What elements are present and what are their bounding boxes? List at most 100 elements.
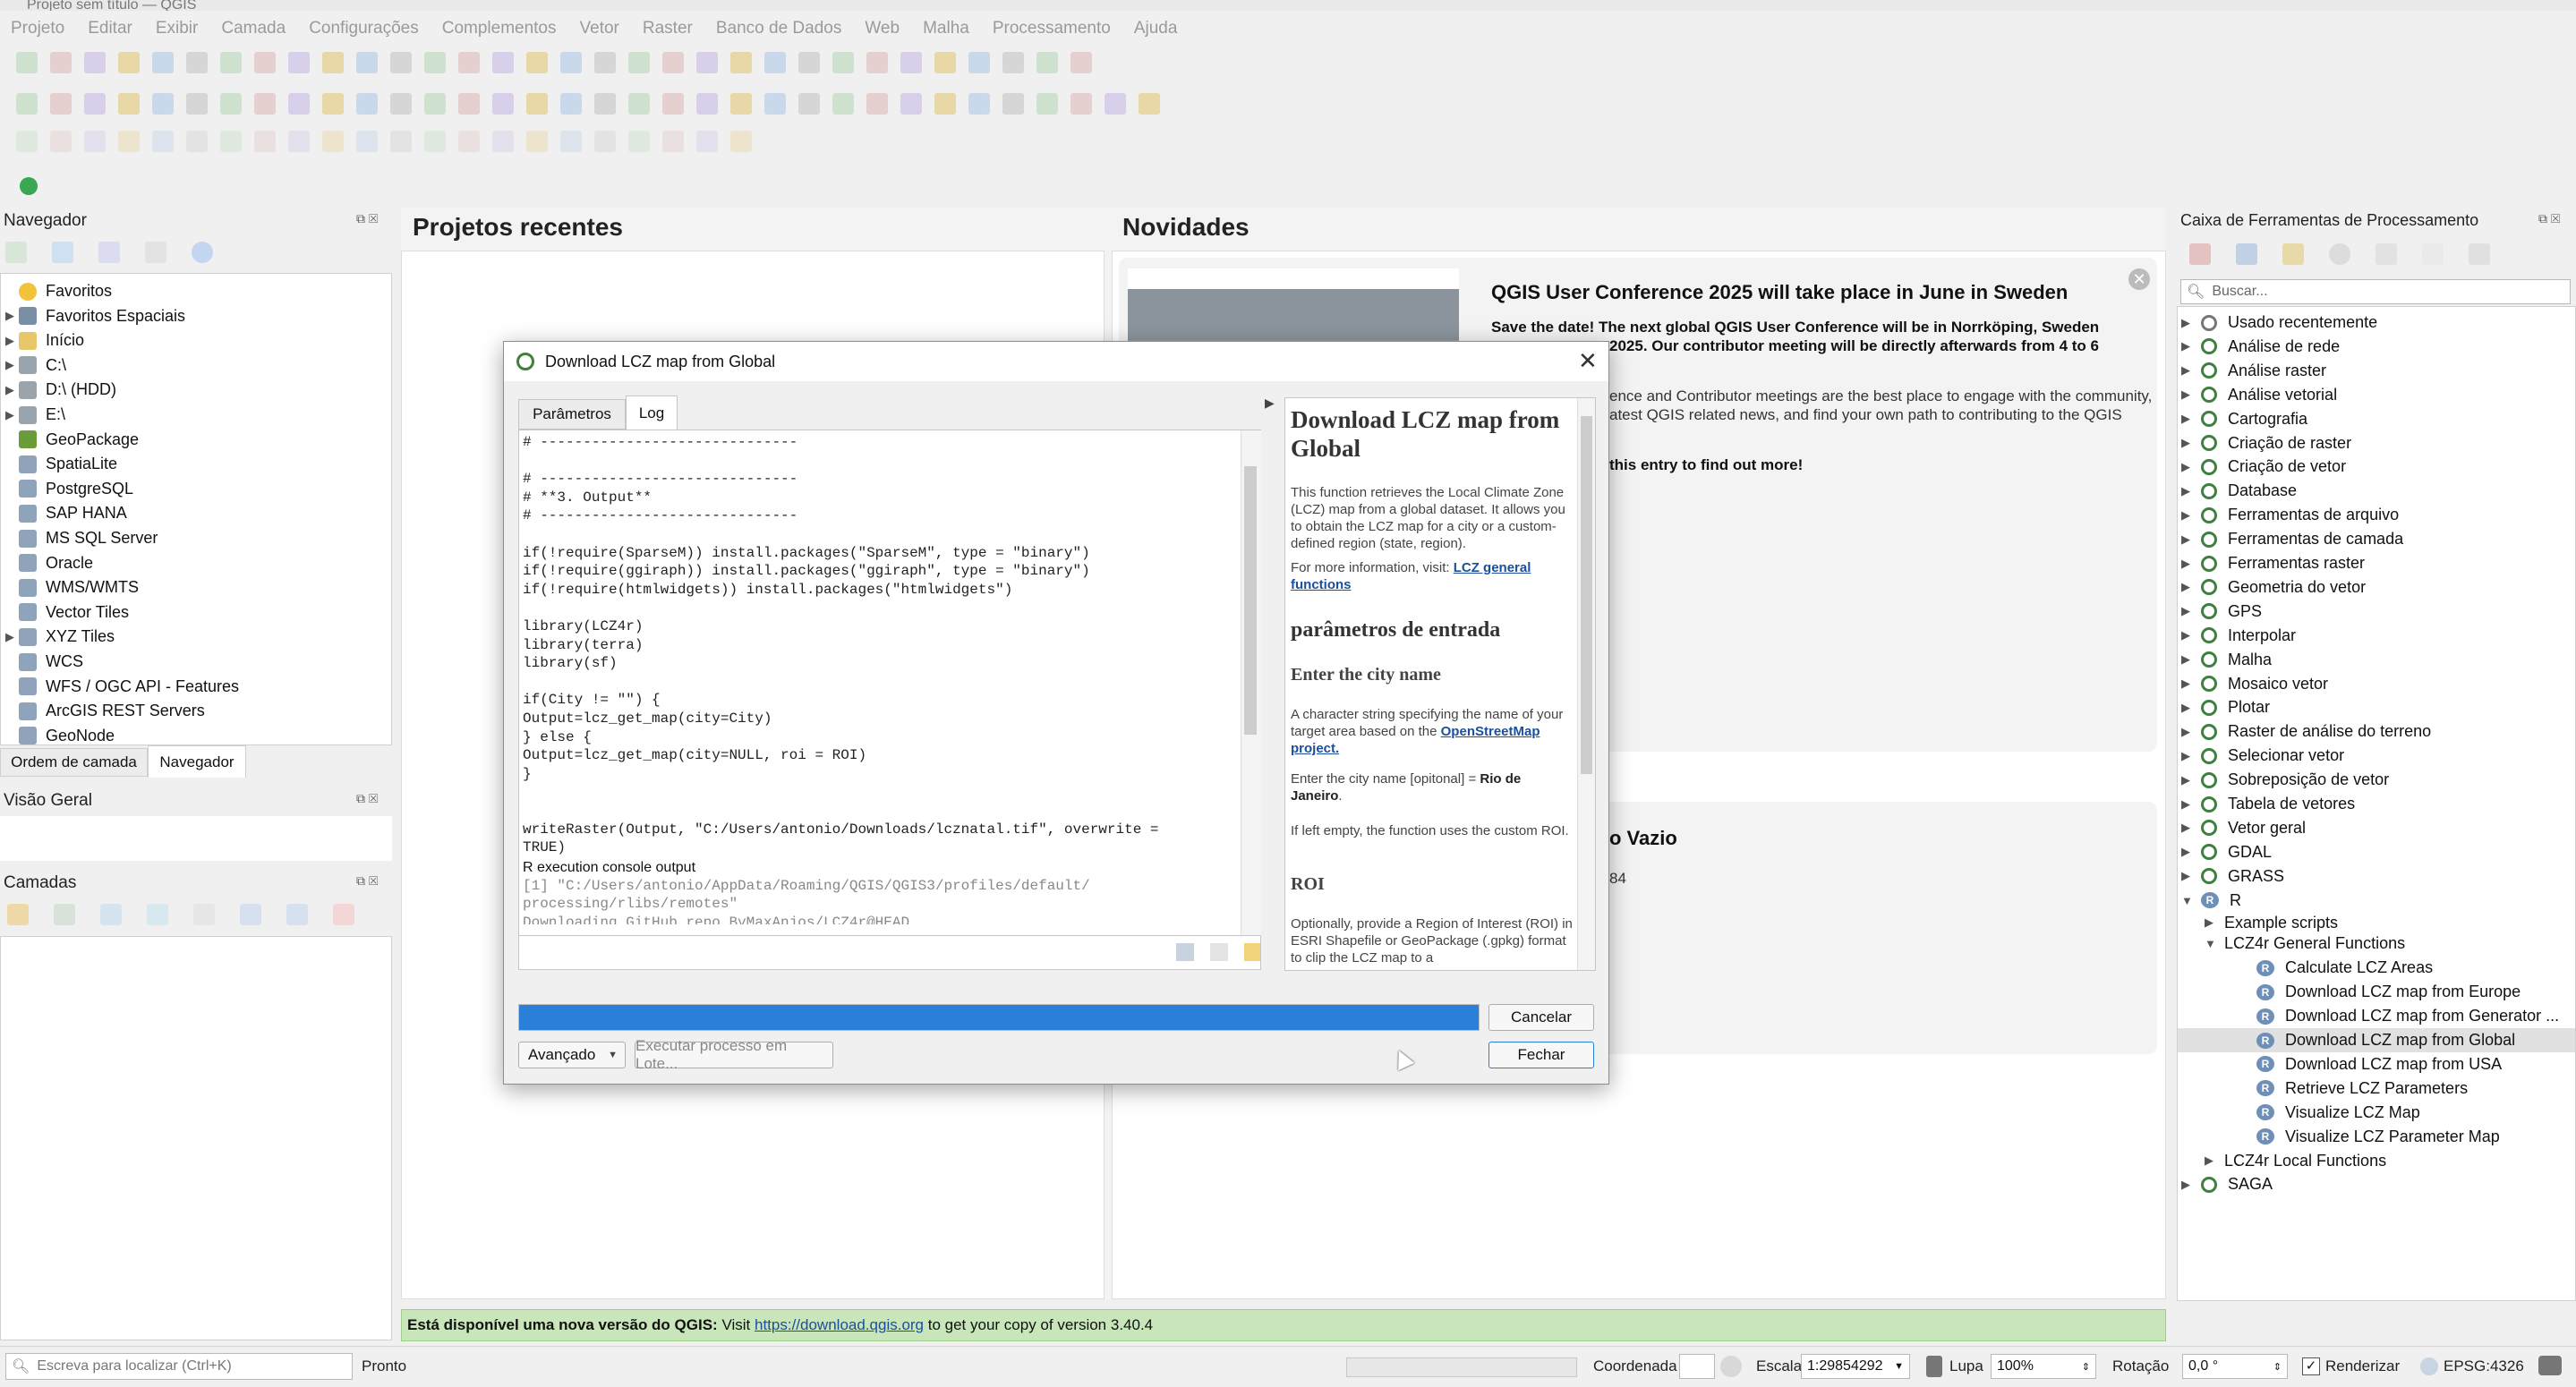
toolbar-tool-icon[interactable] bbox=[16, 131, 38, 152]
expand-arrow-icon[interactable]: ▶ bbox=[2181, 484, 2201, 498]
browser-item[interactable]: GeoPackage bbox=[1, 428, 139, 452]
expand-arrow-icon[interactable]: ▼ bbox=[2205, 937, 2224, 950]
menu-item[interactable]: Malha bbox=[923, 19, 969, 38]
options-icon[interactable] bbox=[2469, 243, 2490, 265]
toolbox-item[interactable]: R Download LCZ map from USA bbox=[2178, 1052, 2575, 1076]
toolbar-tool-icon[interactable] bbox=[1070, 93, 1092, 115]
refresh-icon[interactable] bbox=[52, 242, 73, 263]
menu-item[interactable]: Banco de Dados bbox=[716, 19, 842, 38]
toolbar-tool-icon[interactable] bbox=[84, 93, 106, 115]
menu-item[interactable]: Processamento bbox=[993, 19, 1111, 38]
toolbar-tool-icon[interactable] bbox=[594, 131, 616, 152]
toolbox-item[interactable]: ▶ SAGA bbox=[2178, 1172, 2575, 1196]
toolbar-tool-icon[interactable] bbox=[356, 52, 378, 73]
toolbox-item[interactable]: ▶ Criação de raster bbox=[2178, 431, 2575, 455]
toolbar-tool-icon[interactable] bbox=[356, 93, 378, 115]
toolbar-tool-icon[interactable] bbox=[492, 52, 514, 73]
expand-arrow-icon[interactable]: ▶ bbox=[2181, 532, 2201, 547]
expand-arrow-icon[interactable]: ▶ bbox=[2181, 845, 2201, 859]
toolbar-tool-icon[interactable] bbox=[1070, 52, 1092, 73]
menu-item[interactable]: Projeto bbox=[11, 19, 64, 38]
update-link[interactable]: https://download.qgis.org bbox=[755, 1316, 924, 1334]
expand-arrow-icon[interactable]: ▶ bbox=[2181, 652, 2201, 667]
toolbar-tool-icon[interactable] bbox=[390, 131, 412, 152]
expand-arrow-icon[interactable]: ▶ bbox=[2181, 460, 2201, 474]
toolbar-tool-icon[interactable] bbox=[526, 93, 548, 115]
toolbox-item[interactable]: ▶ Análise de rede bbox=[2178, 335, 2575, 359]
help-scrollbar-thumb[interactable] bbox=[1581, 416, 1592, 774]
edit-features-icon[interactable] bbox=[2422, 243, 2444, 265]
toolbar-tool-icon[interactable] bbox=[84, 52, 106, 73]
add-group-icon[interactable] bbox=[54, 904, 75, 925]
toolbar-tool-icon[interactable] bbox=[16, 93, 38, 115]
expand-all-icon[interactable] bbox=[240, 904, 261, 925]
expand-arrow-icon[interactable]: ▶ bbox=[2181, 604, 2201, 618]
toolbar-tool-icon[interactable] bbox=[458, 131, 480, 152]
toolbox-item[interactable]: ▶ GPS bbox=[2178, 600, 2575, 624]
toolbar-tool-icon[interactable] bbox=[1105, 93, 1126, 115]
toolbar-tool-icon[interactable] bbox=[1036, 52, 1058, 73]
expand-arrow-icon[interactable]: ▶ bbox=[2181, 339, 2201, 353]
coordinate-field[interactable] bbox=[1679, 1354, 1715, 1379]
tab-parameters[interactable]: Parâmetros bbox=[518, 399, 626, 430]
browser-item[interactable]: ▶ Favoritos Espaciais bbox=[1, 304, 185, 328]
toolbox-item[interactable]: ▶ Ferramentas de camada bbox=[2178, 527, 2575, 551]
toolbar-tool-icon[interactable] bbox=[560, 93, 582, 115]
toolbar-tool-icon[interactable] bbox=[254, 52, 276, 73]
toolbar-tool-icon[interactable] bbox=[628, 93, 650, 115]
browser-item[interactable]: WCS bbox=[1, 650, 83, 674]
style-icon[interactable] bbox=[7, 904, 29, 925]
filter-icon[interactable] bbox=[98, 242, 120, 263]
python-console-icon[interactable] bbox=[20, 177, 38, 195]
toolbar-tool-icon[interactable] bbox=[152, 131, 174, 152]
expand-arrow-icon[interactable]: ▶ bbox=[2181, 725, 2201, 739]
collapse-all-layers-icon[interactable] bbox=[286, 904, 308, 925]
toolbar-tool-icon[interactable] bbox=[322, 93, 344, 115]
save-log-icon[interactable] bbox=[1176, 943, 1194, 961]
menu-item[interactable]: Exibir bbox=[156, 19, 199, 38]
browser-item[interactable]: ArcGIS REST Servers bbox=[1, 699, 205, 723]
models-icon[interactable] bbox=[2189, 243, 2211, 265]
toolbar-tool-icon[interactable] bbox=[458, 52, 480, 73]
tab-log[interactable]: Log bbox=[626, 396, 678, 430]
toolbox-item[interactable]: ▶ Usado recentemente bbox=[2178, 311, 2575, 335]
filter-legend-icon[interactable] bbox=[147, 904, 168, 925]
toolbar-tool-icon[interactable] bbox=[356, 131, 378, 152]
toolbox-item[interactable]: ▶ Selecionar vetor bbox=[2178, 744, 2575, 768]
results-icon[interactable] bbox=[2376, 243, 2397, 265]
clear-log-icon[interactable] bbox=[1244, 943, 1260, 961]
toolbar-tool-icon[interactable] bbox=[322, 131, 344, 152]
expand-arrow-icon[interactable]: ▶ bbox=[2205, 1153, 2224, 1168]
log-scrollbar-thumb[interactable] bbox=[1244, 466, 1257, 735]
toolbox-item[interactable]: ▼ LCZ4r General Functions bbox=[2178, 932, 2575, 956]
menu-item[interactable]: Vetor bbox=[580, 19, 619, 38]
expand-arrow-icon[interactable]: ▶ bbox=[2181, 363, 2201, 378]
menu-item[interactable]: Configurações bbox=[309, 19, 419, 38]
browser-item[interactable]: ▶ Início bbox=[1, 328, 84, 353]
help-scrollbar[interactable] bbox=[1577, 398, 1595, 970]
expand-arrow-icon[interactable]: ▶ bbox=[1, 408, 19, 422]
browser-item[interactable]: Favoritos bbox=[1, 279, 112, 303]
toolbox-item[interactable]: ▶ Geometria do vetor bbox=[2178, 575, 2575, 600]
toolbar-tool-icon[interactable] bbox=[152, 52, 174, 73]
expand-arrow-icon[interactable]: ▶ bbox=[2181, 701, 2201, 715]
toolbar-tool-icon[interactable] bbox=[730, 52, 752, 73]
mouse-coordinate-icon[interactable] bbox=[1720, 1356, 1742, 1377]
toolbar-tool-icon[interactable] bbox=[594, 52, 616, 73]
toolbar-tool-icon[interactable] bbox=[594, 93, 616, 115]
toolbar-tool-icon[interactable] bbox=[16, 52, 38, 73]
toolbar-tool-icon[interactable] bbox=[186, 93, 208, 115]
browser-item[interactable]: Oracle bbox=[1, 551, 93, 575]
crs-label[interactable]: EPSG:4326 bbox=[2444, 1357, 2524, 1375]
toolbox-item[interactable]: ▶ Vetor geral bbox=[2178, 816, 2575, 840]
locator-input[interactable]: 🔍︎ Escreva para localizar (Ctrl+K) bbox=[5, 1353, 353, 1380]
toolbox-item[interactable]: R Visualize LCZ Parameter Map bbox=[2178, 1125, 2575, 1149]
toolbar-tool-icon[interactable] bbox=[390, 52, 412, 73]
news-card-link[interactable]: this entry to find out more! bbox=[1609, 456, 1803, 474]
expand-arrow-icon[interactable]: ▶ bbox=[2181, 749, 2201, 763]
toolbox-item[interactable]: ▶ Análise vetorial bbox=[2178, 383, 2575, 407]
scale-field[interactable]: 1:29854292 ▼ bbox=[1801, 1354, 1910, 1379]
layers-dock-buttons[interactable]: ⧉ ☒ bbox=[356, 873, 378, 889]
expand-arrow-icon[interactable]: ▼ bbox=[2181, 894, 2201, 907]
toolbar-tool-icon[interactable] bbox=[220, 52, 242, 73]
